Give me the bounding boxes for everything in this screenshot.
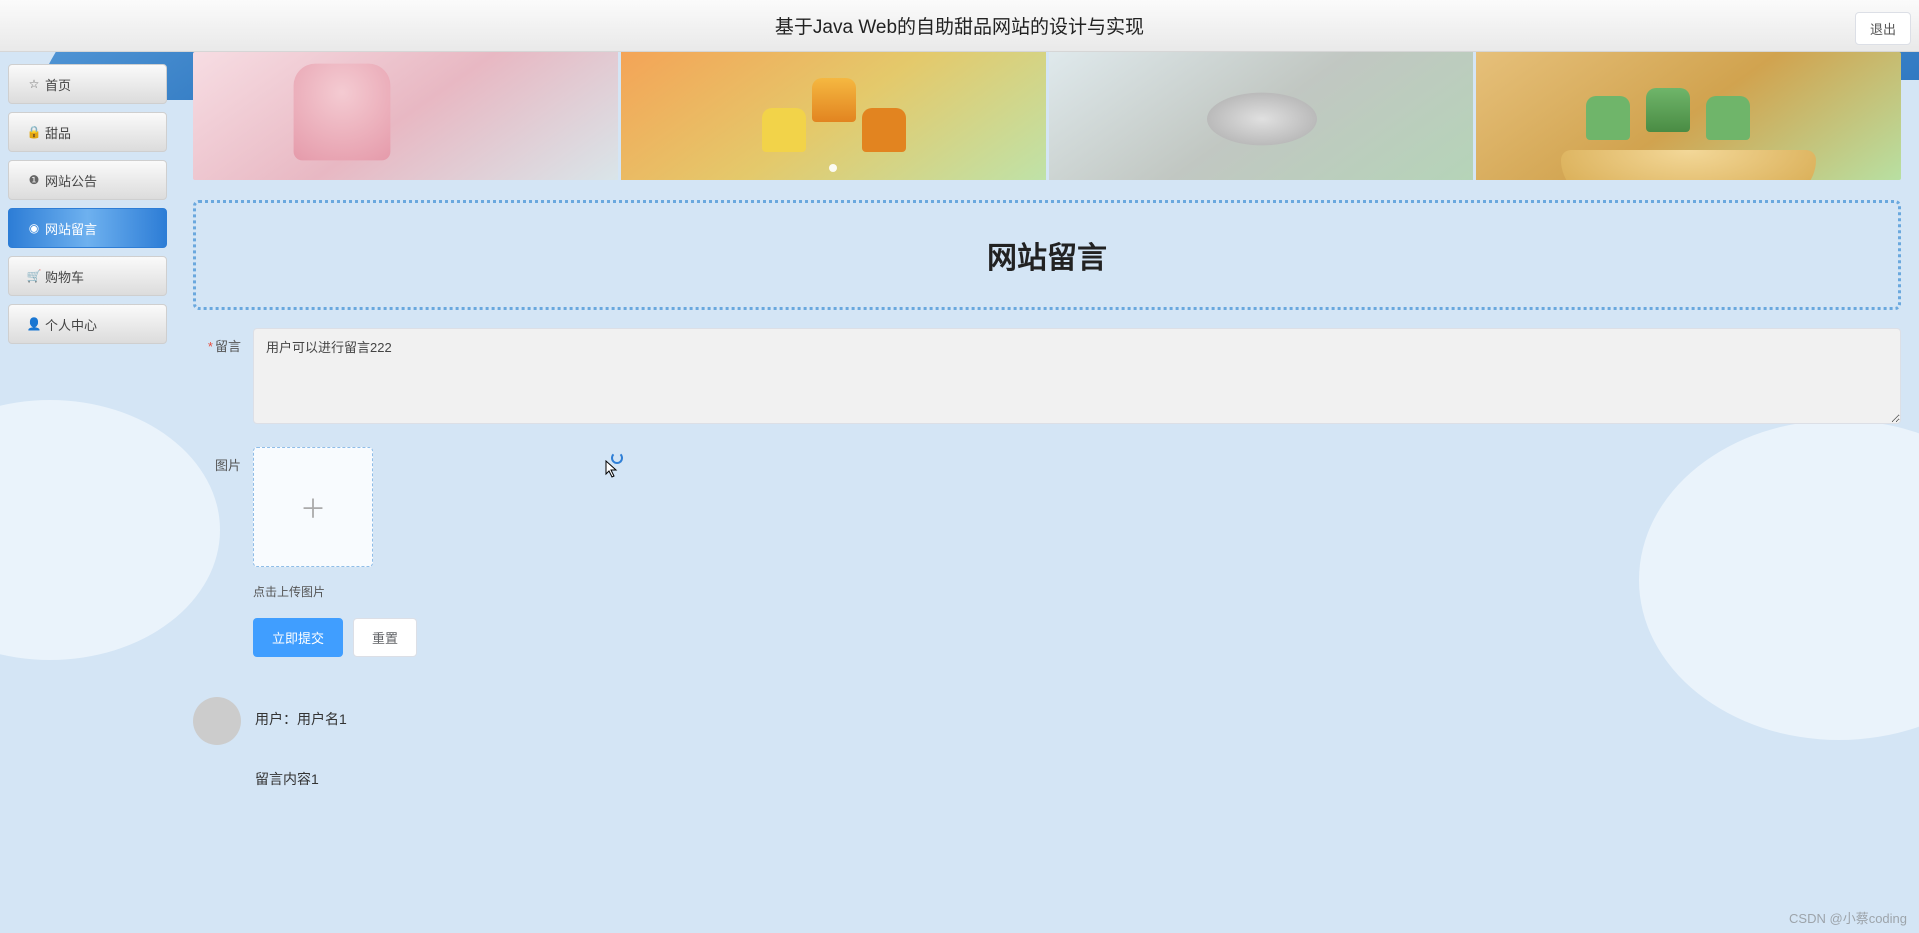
sidebar-item-label: 网站留言 [45,219,97,238]
sidebar-item-label: 甜品 [45,123,71,142]
user-icon: 👤 [27,317,41,331]
sidebar-item-profile[interactable]: 👤 个人中心 [8,304,167,344]
star-icon: ☆ [27,77,41,91]
banner-image-1 [193,52,618,180]
comment-list: 用户：用户名1 留言内容1 [193,697,1901,789]
message-label: *留言 [193,328,253,429]
section-title-frame: 网站留言 [193,200,1901,310]
banner-image-3 [1049,52,1474,180]
watermark: CSDN @小蔡coding [1789,908,1907,927]
sidebar-item-announcement[interactable]: ❶ 网站公告 [8,160,167,200]
sidebar-item-label: 网站公告 [45,171,97,190]
banner-image-2 [621,52,1046,180]
comment-content: 留言内容1 [193,769,1901,789]
message-form: *留言 图片 ＋ 点击上传图片 立即提交 重置 [193,328,1901,657]
cart-icon: 🛒 [27,269,41,283]
submit-button[interactable]: 立即提交 [253,618,343,657]
comment-item: 用户：用户名1 [193,697,1901,745]
banner-image-4 [1476,52,1901,180]
dot-icon: ◉ [27,221,41,235]
main-content: 网站留言 *留言 图片 ＋ 点击上传图片 [175,52,1919,829]
sidebar: ☆ 首页 🔒 甜品 ❶ 网站公告 ◉ 网站留言 🛒 购物车 [0,52,175,829]
required-mark: * [208,339,213,354]
section-title: 网站留言 [196,233,1898,277]
page-title: 基于Java Web的自助甜品网站的设计与实现 [775,12,1144,39]
sidebar-item-cart[interactable]: 🛒 购物车 [8,256,167,296]
sidebar-item-dessert[interactable]: 🔒 甜品 [8,112,167,152]
sidebar-item-label: 个人中心 [45,315,97,334]
sidebar-item-home[interactable]: ☆ 首页 [8,64,167,104]
avatar [193,697,241,745]
upload-hint: 点击上传图片 [253,583,1901,600]
sidebar-item-label: 首页 [45,75,71,94]
reset-button[interactable]: 重置 [353,618,417,657]
banner-carousel[interactable] [193,52,1901,180]
plus-icon: ＋ [300,489,326,526]
exclamation-icon: ❶ [27,173,41,187]
message-textarea[interactable] [253,328,1901,424]
sidebar-item-label: 购物车 [45,267,84,286]
header-bar: 基于Java Web的自助甜品网站的设计与实现 退出 [0,0,1919,52]
image-upload-box[interactable]: ＋ [253,447,373,567]
comment-user: 用户：用户名1 [255,697,1901,729]
image-label: 图片 [193,447,253,600]
logout-button[interactable]: 退出 [1855,12,1911,45]
lock-icon: 🔒 [27,125,41,139]
sidebar-item-message[interactable]: ◉ 网站留言 [8,208,167,248]
